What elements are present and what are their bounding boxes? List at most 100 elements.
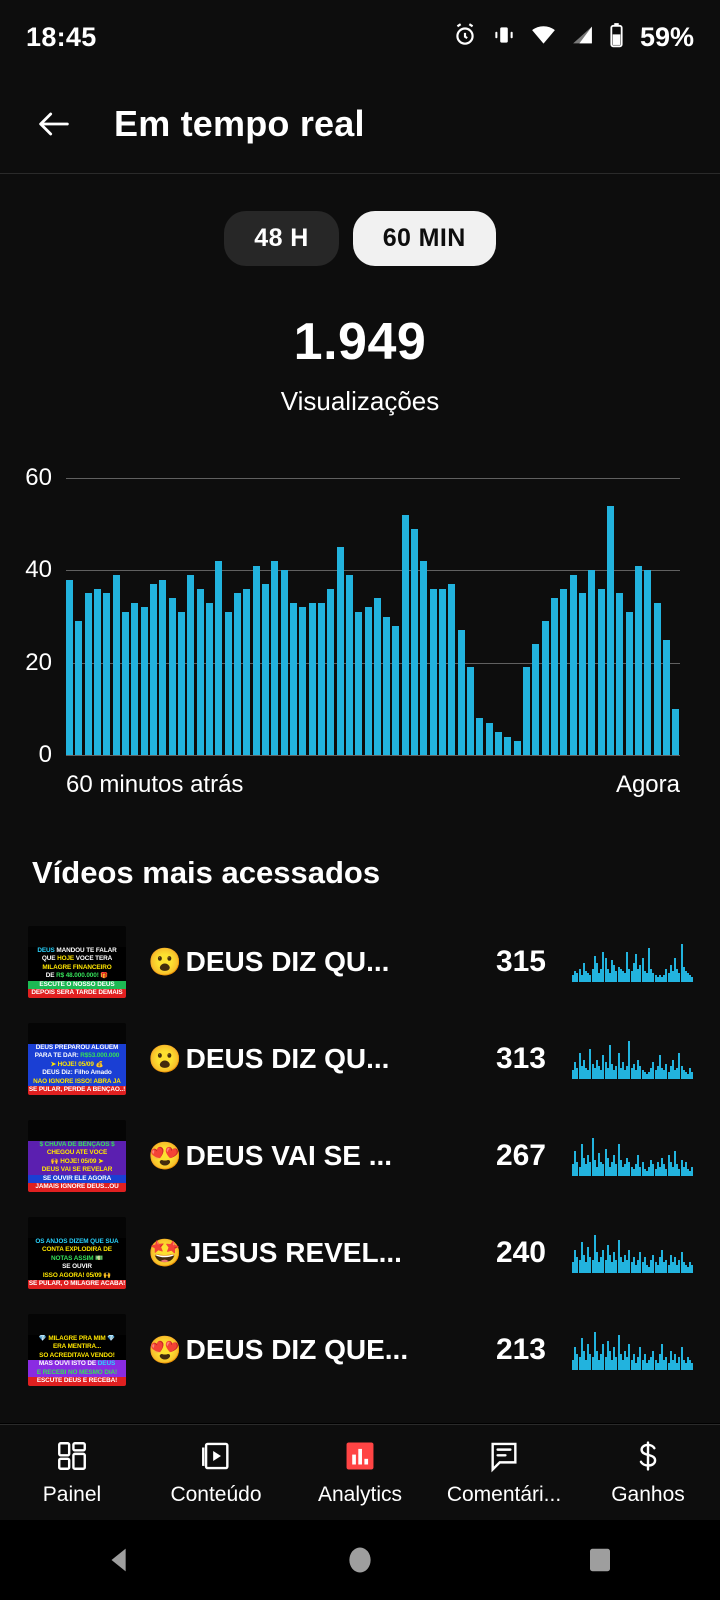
video-title-emoji: 😮 (148, 1043, 182, 1074)
bottom-nav-item-comentri[interactable]: Comentári... (432, 1438, 576, 1507)
range-toggle-60min[interactable]: 60 MIN (352, 211, 496, 266)
thumbnail-text-line: MAS OUVI ISTO DE DEUS (28, 1360, 126, 1369)
video-thumbnail[interactable]: DEUS PREPAROU ALGUÉM PARA TE DAR: R$53.00… (28, 1022, 126, 1095)
top-videos-list: DEUS MANDOU TE FALAR QUE HOJE VOCÊ TERÁ MI… (0, 913, 720, 1398)
chart-bar (448, 584, 456, 755)
chart-bar (112, 575, 120, 755)
page-title: Em tempo real (114, 103, 365, 144)
chart-bar (308, 602, 316, 755)
chart-bar (513, 741, 521, 755)
analytics-bar-chart-icon (343, 1438, 377, 1474)
video-sparkline (572, 942, 694, 982)
status-bar-clock: 18:45 (26, 22, 97, 52)
nav-recents-square-icon[interactable] (570, 1530, 630, 1590)
thumbnail-text-line: SE PULAR, O MILAGRE ACABA! (28, 1280, 126, 1289)
bottom-nav-item-analytics[interactable]: Analytics (288, 1438, 432, 1507)
chart-bar (532, 644, 540, 755)
video-title-emoji: 😍 (148, 1334, 182, 1365)
video-title[interactable]: 😮 DEUS DIZ QU... (148, 946, 450, 978)
nav-back-triangle-icon[interactable] (90, 1530, 150, 1590)
chart-y-tick-label: 40 (25, 556, 52, 584)
bottom-nav-item-ganhos[interactable]: Ganhos (576, 1438, 720, 1507)
bottom-nav-item-contedo[interactable]: Conteúdo (144, 1438, 288, 1507)
chart-bar (317, 602, 325, 755)
wifi-icon (530, 22, 557, 53)
video-view-count: 315 (495, 944, 546, 978)
chart-bar (495, 731, 503, 755)
top-videos-heading: Vídeos mais acessados (32, 855, 381, 890)
video-title[interactable]: 😮 DEUS DIZ QU... (148, 1043, 450, 1075)
chart-x-start-label: 60 minutos atrás (66, 771, 244, 798)
chart-bar (66, 579, 73, 755)
chart-bar (345, 575, 353, 755)
bottom-nav-item-painel[interactable]: Painel (0, 1438, 144, 1507)
video-sparkline (572, 1330, 694, 1370)
thumbnail-text-line: ERA MENTIRA... (28, 1343, 126, 1352)
video-title[interactable]: 🤩 JESUS REVEL... (148, 1237, 450, 1269)
chart-bar (187, 575, 195, 755)
video-row[interactable]: $ CHUVA DE BÊNÇÃOS $ CHEGOU ATÉ VOCÊ 🙌 HOJ… (0, 1107, 720, 1204)
thumbnail-text-line: NÃO IGNORE ISSO! ABRA JÁ (28, 1077, 126, 1087)
video-row[interactable]: OS ANJOS DIZEM QUE SUA CONTA EXPLODIRÁ DE… (0, 1204, 720, 1301)
chart-bar (485, 722, 493, 755)
battery-percent-label: 59% (639, 22, 694, 52)
dollar-icon (631, 1438, 665, 1474)
sparkline-bar (691, 1264, 694, 1273)
thumbnail-text-line: DEUS Diz: Filho Amado (28, 1069, 126, 1078)
chart-bar (392, 625, 400, 755)
thumbnail-text-line: ESCUTE DEUS E RECEBA! (28, 1377, 126, 1386)
thumbnail-text-line: $ CHUVA DE BÊNÇÃOS $ (28, 1140, 126, 1150)
chart-bar (401, 515, 409, 755)
chart-bar (597, 588, 605, 755)
chart-bar (663, 639, 670, 755)
video-title[interactable]: 😍 DEUS VAI SE ... (148, 1140, 450, 1172)
chart-bar (243, 588, 251, 755)
video-title-emoji: 😍 (148, 1140, 182, 1171)
thumbnail-text-line: OS ANJOS DIZEM QUE SUA (28, 1237, 126, 1247)
chart-bar (233, 593, 241, 755)
back-arrow-icon[interactable] (26, 96, 82, 152)
video-row[interactable]: DEUS MANDOU TE FALAR QUE HOJE VOCÊ TERÁ MI… (0, 913, 720, 1010)
chart-bar (205, 602, 213, 755)
bottom-nav-label: Conteúdo (170, 1483, 262, 1506)
sparkline-bar (691, 1363, 694, 1370)
chart-bar (327, 588, 335, 755)
video-title-text: DEUS DIZ QU... (185, 1042, 390, 1074)
chart-bar (140, 607, 148, 755)
bottom-navigation: Painel Conteúdo Analytics Comentári... Ganho… (0, 1424, 720, 1520)
video-row[interactable]: 💎 MILAGRE PRA MIM 💎 ERA MENTIRA... SÓ ACRE… (0, 1301, 720, 1398)
chart-bar (653, 602, 661, 755)
chart-bar (523, 667, 531, 755)
chart-bar (467, 667, 475, 755)
chart-bar (355, 611, 363, 755)
chart-bar (177, 611, 185, 755)
video-sparkline (572, 1136, 694, 1176)
chart-bar (541, 621, 549, 755)
chart-bar (373, 598, 381, 755)
thumbnail-text-line: SE PULAR, PERDE A BENÇÃO..! (28, 1086, 126, 1095)
nav-home-circle-icon[interactable] (330, 1530, 390, 1590)
video-row[interactable]: DEUS PREPAROU ALGUÉM PARA TE DAR: R$53.00… (0, 1010, 720, 1107)
thumbnail-text-line: E RECEBI NO MESMO DIA! (28, 1368, 126, 1378)
chart-bar (280, 570, 288, 755)
chart-bar (131, 602, 139, 755)
chart-bar (616, 593, 624, 755)
chart-bar (607, 505, 615, 755)
chart-bar (439, 588, 447, 755)
video-thumbnail[interactable]: OS ANJOS DIZEM QUE SUA CONTA EXPLODIRÁ DE… (28, 1216, 126, 1289)
sparkline-bar (691, 977, 694, 982)
video-thumbnail[interactable]: $ CHUVA DE BÊNÇÃOS $ CHEGOU ATÉ VOCÊ 🙌 HOJ… (28, 1119, 126, 1192)
chart-bar (411, 528, 419, 755)
bottom-nav-label: Ganhos (611, 1483, 685, 1506)
thumbnail-text-line: JAMAIS IGNORE DEUS...OU (28, 1183, 126, 1192)
video-thumbnail[interactable]: 💎 MILAGRE PRA MIM 💎 ERA MENTIRA... SÓ ACRE… (28, 1313, 126, 1386)
video-thumbnail[interactable]: DEUS MANDOU TE FALAR QUE HOJE VOCÊ TERÁ MI… (28, 925, 126, 998)
range-toggle-48h[interactable]: 48 H (224, 211, 339, 266)
video-title[interactable]: 😍 DEUS DIZ QUE... (148, 1334, 450, 1366)
chart-bar (289, 602, 297, 755)
video-sparkline (572, 1233, 694, 1273)
chart-bar (476, 718, 484, 755)
bottom-nav-label: Comentári... (446, 1483, 562, 1506)
thumbnail-text-line: SE OUVIR ELE AGORA (28, 1174, 126, 1184)
chart-bar (271, 561, 279, 755)
